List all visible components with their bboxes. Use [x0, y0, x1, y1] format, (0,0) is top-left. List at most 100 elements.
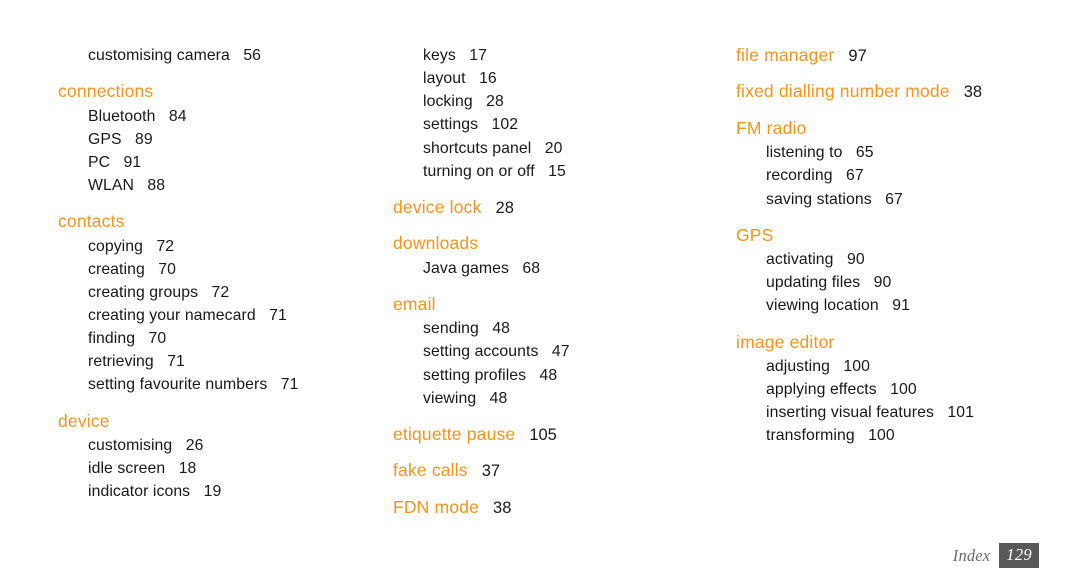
index-subentry[interactable]: creating 70	[58, 258, 388, 281]
index-subentry[interactable]: GPS 89	[58, 128, 388, 151]
index-subentry[interactable]: viewing location 91	[736, 294, 1080, 317]
index-heading[interactable]: connections	[58, 80, 388, 103]
index-entry-label: viewing location	[766, 297, 879, 315]
index-heading[interactable]: device	[58, 410, 388, 433]
index-entry-label: finding	[88, 330, 136, 348]
index-subentry[interactable]: activating 90	[736, 248, 1080, 271]
index-entry-page-number: 17	[469, 47, 487, 64]
index-entry-page-number: 48	[539, 366, 558, 384]
index-column-1: customising camera 56 connections Bluetooth…	[0, 44, 388, 503]
index-subentry[interactable]: applying effects 100	[736, 378, 1080, 401]
index-entry-page-number: 90	[873, 274, 892, 292]
index-subentry[interactable]: WLAN 88	[58, 174, 388, 197]
index-entry-label: updating files	[766, 274, 861, 292]
index-entry-label: inserting visual features	[766, 404, 934, 422]
index-entry-page-number: 68	[522, 259, 541, 277]
index-subentry[interactable]: locking 28	[393, 90, 718, 113]
index-subentry[interactable]: setting favourite numbers 71	[58, 373, 388, 396]
index-subentry[interactable]: saving stations 67	[736, 188, 1080, 211]
index-entry-label: sending	[423, 320, 479, 338]
index-entry-page-number: 72	[211, 283, 230, 301]
index-subentry[interactable]: settings 102	[393, 113, 718, 136]
index-column-2: keys 17 layout 16 locking 28 settings 102 shortc…	[388, 44, 718, 519]
index-entry-label: indicator icons	[88, 483, 191, 501]
index-subentry[interactable]: keys 17	[393, 44, 718, 67]
index-entry-page-number: 91	[892, 297, 910, 315]
index-heading[interactable]: fake calls 37	[393, 459, 718, 482]
index-subentry[interactable]: layout 16	[393, 67, 718, 90]
index-entry-label: contacts	[58, 211, 125, 232]
index-subentry[interactable]: updating files 90	[736, 271, 1080, 294]
index-subentry[interactable]: creating groups 72	[58, 281, 388, 304]
index-subentry[interactable]: viewing 48	[393, 387, 718, 410]
index-entry-label: GPS	[736, 224, 774, 245]
index-entry-page-number: 26	[185, 437, 204, 454]
index-subentry[interactable]: sending 48	[393, 317, 718, 340]
index-entry-page-number: 37	[481, 462, 501, 481]
index-heading[interactable]: image editor	[736, 331, 1080, 354]
index-entry-page-number: 16	[479, 70, 497, 88]
index-heading[interactable]: file manager 97	[736, 44, 1080, 67]
index-entry-page-number: 70	[148, 330, 167, 348]
index-entry-page-number: 67	[846, 167, 864, 185]
page-footer: Index 129	[953, 542, 1039, 569]
index-subentry[interactable]: customising 26	[58, 434, 388, 457]
index-entry-page-number: 71	[280, 376, 299, 394]
index-entry-label: retrieving	[88, 353, 154, 371]
index-column-3: file manager 97 fixed dialling number mode…	[718, 44, 1080, 448]
index-heading[interactable]: contacts	[58, 210, 388, 233]
index-entry-page-number: 72	[156, 237, 175, 255]
index-entry-page-number: 90	[846, 251, 865, 269]
index-entry-label: connections	[58, 81, 154, 102]
index-subentry[interactable]: finding 70	[58, 327, 388, 350]
index-entry-label: locking	[423, 93, 473, 111]
index-entry-label: recording	[766, 167, 833, 185]
index-entry-label: setting accounts	[423, 343, 539, 361]
index-entry-label: file manager	[736, 45, 835, 65]
index-subentry[interactable]: retrieving 71	[58, 350, 388, 373]
index-heading[interactable]: email	[393, 293, 718, 316]
index-entry-page-number: 19	[203, 483, 222, 501]
index-subentry[interactable]: setting accounts 47	[393, 340, 718, 363]
index-entry-label: copying	[88, 237, 144, 255]
index-entry-label: transforming	[766, 427, 855, 445]
index-entry-page-number: 15	[548, 162, 566, 180]
index-subentry[interactable]: inserting visual features 101	[736, 401, 1080, 424]
index-subentry[interactable]: transforming 100	[736, 424, 1080, 447]
index-heading[interactable]: FM radio	[736, 117, 1080, 140]
index-subentry[interactable]: copying 72	[58, 235, 388, 258]
index-entry-page-number: 88	[147, 177, 166, 194]
index-subentry[interactable]: listening to 65	[736, 141, 1080, 164]
index-entry-label: Bluetooth	[88, 107, 156, 125]
index-entry-page-number: 89	[135, 130, 153, 148]
index-entry-page-number: 20	[544, 139, 563, 157]
index-entry-page-number: 70	[158, 260, 176, 278]
index-subentry[interactable]: recording 67	[736, 164, 1080, 187]
index-heading[interactable]: device lock 28	[393, 196, 718, 219]
index-heading[interactable]: downloads	[393, 232, 718, 255]
index-subentry[interactable]: Java games 68	[393, 257, 718, 280]
index-subentry[interactable]: indicator icons 19	[58, 480, 388, 503]
index-heading[interactable]: fixed dialling number mode 38	[736, 80, 1080, 103]
index-subentry[interactable]: idle screen 18	[58, 457, 388, 480]
index-subentry[interactable]: shortcuts panel 20	[393, 137, 718, 160]
index-subentry[interactable]: PC 91	[58, 151, 388, 174]
index-heading[interactable]: etiquette pause 105	[393, 423, 718, 446]
index-subentry[interactable]: turning on or off 15	[393, 160, 718, 183]
index-entry-label: creating	[88, 260, 145, 278]
index-entry-label: etiquette pause	[393, 423, 516, 444]
index-heading[interactable]: GPS	[736, 224, 1080, 247]
index-subentry[interactable]: setting profiles 48	[393, 364, 718, 387]
index-subentry[interactable]: adjusting 100	[736, 355, 1080, 378]
index-subentry[interactable]: customising camera 56	[58, 44, 388, 67]
index-entry-label: creating groups	[88, 283, 199, 301]
index-subentry[interactable]: Bluetooth 84	[58, 105, 388, 128]
index-page: customising camera 56 connections Bluetooth…	[0, 0, 1080, 586]
index-entry-label: applying effects	[766, 381, 877, 399]
index-entry-page-number: 100	[868, 427, 895, 445]
index-entry-page-number: 67	[885, 190, 903, 208]
index-entry-label: FDN mode	[393, 496, 480, 517]
index-heading[interactable]: FDN mode 38	[393, 496, 718, 519]
index-subentry[interactable]: creating your namecard 71	[58, 304, 388, 327]
index-entry-label: image editor	[736, 331, 835, 352]
